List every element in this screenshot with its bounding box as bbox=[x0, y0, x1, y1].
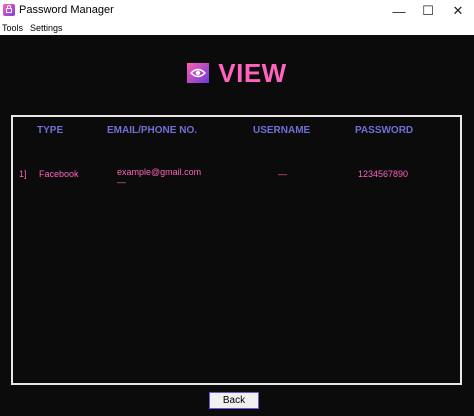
row-username: — bbox=[278, 169, 287, 179]
row-email: example@gmail.com bbox=[117, 167, 202, 177]
view-header: VIEW bbox=[0, 57, 474, 89]
column-header-type: TYPE bbox=[37, 125, 64, 136]
credentials-table: TYPE EMAIL/PHONE NO. USERNAME PASSWORD 1… bbox=[11, 115, 462, 385]
row-email-extra: — bbox=[117, 177, 126, 187]
row-type: Facebook bbox=[39, 169, 79, 179]
row-password: 1234567890 bbox=[358, 169, 409, 179]
menu-tools[interactable]: Tools bbox=[2, 23, 23, 33]
minimize-button[interactable]: — bbox=[384, 0, 414, 22]
column-header-username: USERNAME bbox=[253, 125, 311, 136]
column-header-password: PASSWORD bbox=[355, 125, 414, 136]
eye-icon bbox=[187, 63, 210, 83]
window-title: Password Manager bbox=[19, 4, 114, 16]
title-bar: Password Manager — ☐ ✕ bbox=[0, 0, 474, 23]
menu-settings[interactable]: Settings bbox=[30, 23, 63, 33]
row-index: 1] bbox=[19, 169, 27, 179]
maximize-button[interactable]: ☐ bbox=[413, 0, 443, 22]
column-header-email: EMAIL/PHONE NO. bbox=[107, 125, 198, 136]
page-title: VIEW bbox=[218, 57, 287, 88]
back-button[interactable]: Back bbox=[209, 392, 259, 409]
menu-bar: Tools Settings bbox=[0, 22, 474, 35]
close-button[interactable]: ✕ bbox=[443, 0, 473, 22]
app-lock-icon bbox=[3, 4, 15, 16]
